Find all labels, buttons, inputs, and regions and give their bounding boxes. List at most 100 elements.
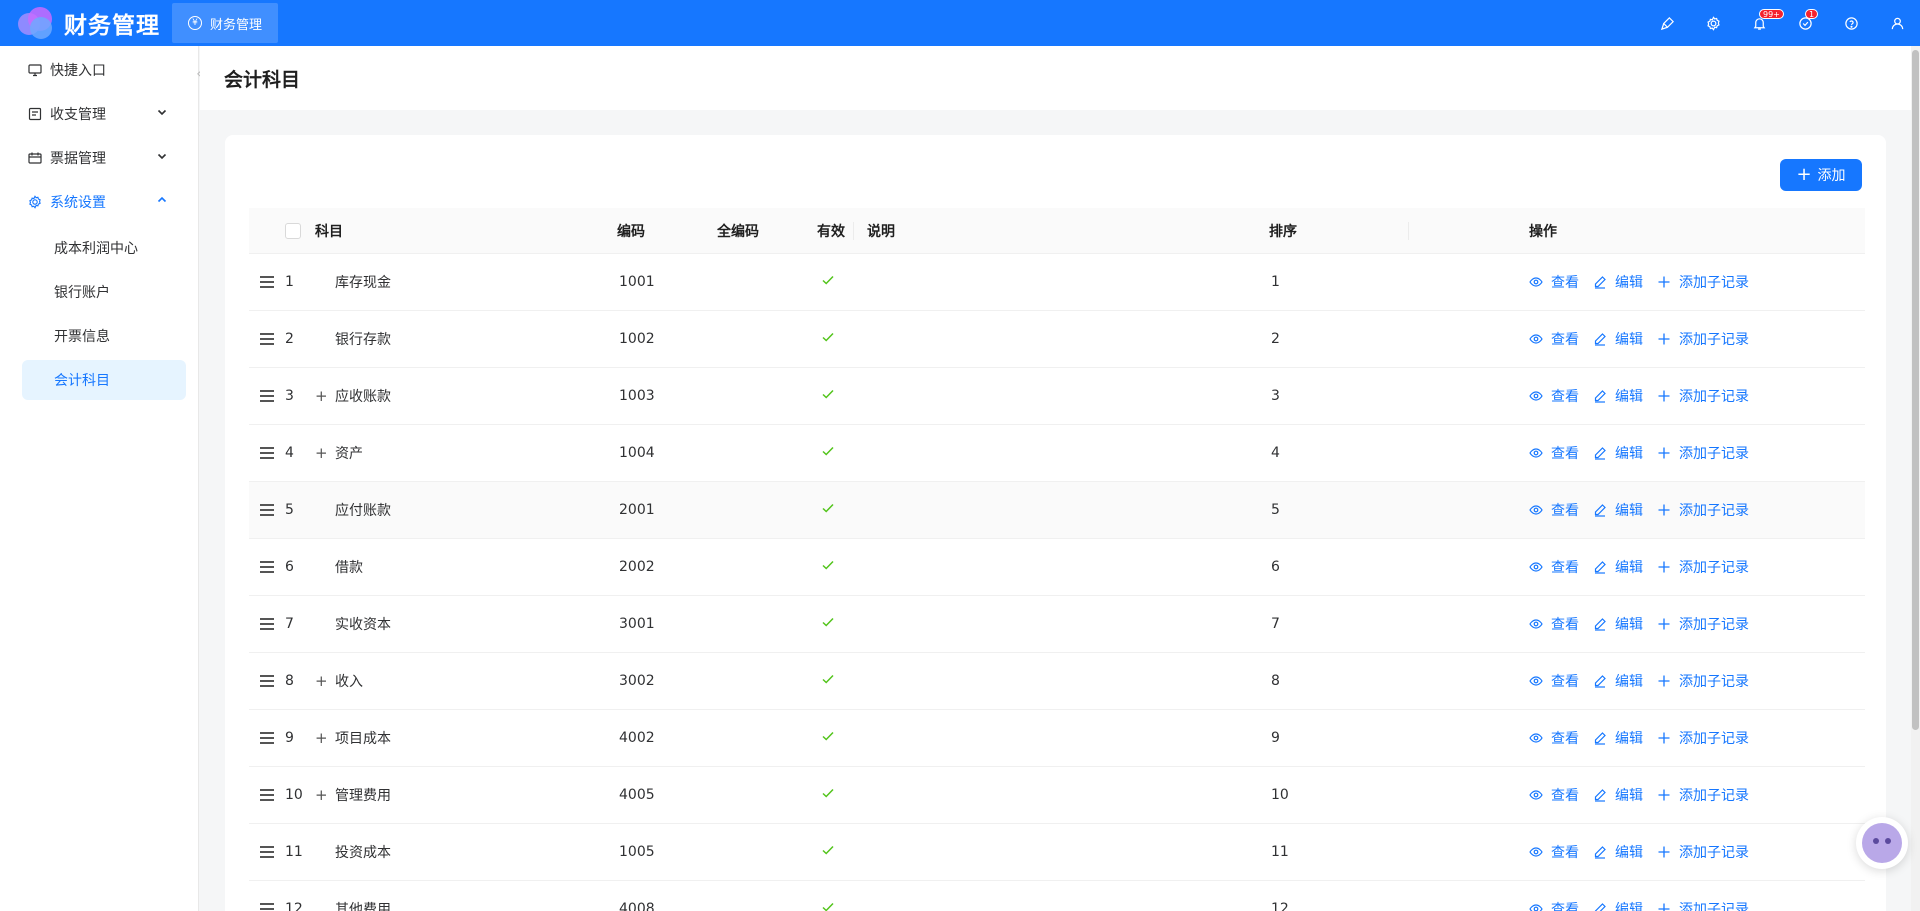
table-row[interactable]: 9 + 项目成本 4002 9 查看 编辑 添加子记录 — [249, 710, 1865, 767]
drag-handle-icon[interactable] — [260, 504, 274, 516]
edit-link[interactable]: 编辑 — [1593, 443, 1643, 463]
select-all-checkbox[interactable] — [285, 222, 301, 239]
drag-handle-icon[interactable] — [260, 333, 274, 345]
view-link[interactable]: 查看 — [1529, 728, 1579, 748]
brush-button[interactable] — [1644, 0, 1690, 46]
edit-link[interactable]: 编辑 — [1593, 842, 1643, 862]
settings-button[interactable] — [1690, 0, 1736, 46]
cell-name: 管理费用 — [335, 788, 391, 804]
drag-handle-icon[interactable] — [260, 675, 274, 687]
table-row[interactable]: 7 实收资本 3001 7 查看 编辑 添加子记录 — [249, 596, 1865, 653]
sidebar-item-settings[interactable]: 系统设置 — [0, 180, 198, 224]
expand-icon[interactable]: + — [315, 387, 328, 405]
add-child-link[interactable]: 添加子记录 — [1657, 386, 1749, 406]
view-link[interactable]: 查看 — [1529, 671, 1579, 691]
add-child-link[interactable]: 添加子记录 — [1657, 614, 1749, 634]
page-scrollbar[interactable] — [1911, 46, 1920, 911]
sidebar-item-shortcuts[interactable]: 快捷入口 — [0, 48, 198, 92]
sidebar-item-bills[interactable]: 票据管理 — [0, 136, 198, 180]
edit-link[interactable]: 编辑 — [1593, 386, 1643, 406]
sidebar-item-income-expense[interactable]: 收支管理 — [0, 92, 198, 136]
edit-link[interactable]: 编辑 — [1593, 272, 1643, 292]
add-child-link[interactable]: 添加子记录 — [1657, 329, 1749, 349]
view-link[interactable]: 查看 — [1529, 443, 1579, 463]
table-row[interactable]: 11 投资成本 1005 11 查看 编辑 添加子记录 — [249, 824, 1865, 881]
add-child-link[interactable]: 添加子记录 — [1657, 842, 1749, 862]
view-link[interactable]: 查看 — [1529, 500, 1579, 520]
tab-finance[interactable]: ¥ 财务管理 — [172, 3, 279, 43]
task-button[interactable]: 1 — [1782, 0, 1828, 46]
add-child-link[interactable]: 添加子记录 — [1657, 443, 1749, 463]
plus-icon — [1658, 618, 1670, 630]
drag-handle-icon[interactable] — [260, 447, 274, 459]
drag-handle-icon[interactable] — [260, 903, 274, 911]
user-button[interactable] — [1874, 0, 1920, 46]
edit-link[interactable]: 编辑 — [1593, 899, 1643, 911]
view-label: 查看 — [1551, 845, 1579, 861]
expand-icon[interactable]: + — [315, 786, 328, 804]
scrollbar-thumb[interactable] — [1912, 50, 1919, 730]
drag-handle-icon[interactable] — [260, 561, 274, 573]
view-link[interactable]: 查看 — [1529, 785, 1579, 805]
help-button[interactable] — [1828, 0, 1874, 46]
notification-button[interactable]: 99+ — [1736, 0, 1784, 46]
edit-link[interactable]: 编辑 — [1593, 500, 1643, 520]
add-child-link[interactable]: 添加子记录 — [1657, 272, 1749, 292]
sidebar-subitem-cost-center[interactable]: 成本利润中心 — [22, 228, 186, 268]
add-child-link[interactable]: 添加子记录 — [1657, 557, 1749, 577]
view-link[interactable]: 查看 — [1529, 272, 1579, 292]
add-child-link[interactable]: 添加子记录 — [1657, 785, 1749, 805]
view-link[interactable]: 查看 — [1529, 899, 1579, 911]
table-row[interactable]: 1 库存现金 1001 1 查看 编辑 添加子记录 — [249, 254, 1865, 311]
table-row[interactable]: 5 应付账款 2001 5 查看 编辑 添加子记录 — [249, 482, 1865, 539]
check-icon — [822, 788, 834, 798]
table-row[interactable]: 4 + 资产 1004 4 查看 编辑 添加子记录 — [249, 425, 1865, 482]
drag-handle-icon[interactable] — [260, 846, 274, 858]
table-row[interactable]: 3 + 应收账款 1003 3 查看 编辑 添加子记录 — [249, 368, 1865, 425]
sidebar-item-label: 快捷入口 — [50, 63, 106, 79]
sidebar-subitem-invoice-info[interactable]: 开票信息 — [22, 316, 186, 356]
table-row[interactable]: 12 其他费用 4008 12 查看 编辑 添加子记录 — [249, 881, 1865, 911]
assistant-avatar-button[interactable] — [1856, 817, 1908, 869]
add-child-link[interactable]: 添加子记录 — [1657, 671, 1749, 691]
edit-link[interactable]: 编辑 — [1593, 728, 1643, 748]
drag-handle-icon[interactable] — [260, 276, 274, 288]
drag-handle-icon[interactable] — [260, 789, 274, 801]
drag-handle-icon[interactable] — [260, 618, 274, 630]
table-row[interactable]: 6 借款 2002 6 查看 编辑 添加子记录 — [249, 539, 1865, 596]
add-child-link[interactable]: 添加子记录 — [1657, 728, 1749, 748]
table-row[interactable]: 2 银行存款 1002 2 查看 编辑 添加子记录 — [249, 311, 1865, 368]
edit-link[interactable]: 编辑 — [1593, 557, 1643, 577]
add-child-link[interactable]: 添加子记录 — [1657, 899, 1749, 911]
plus-icon — [1658, 333, 1670, 345]
table-row[interactable]: 10 + 管理费用 4005 10 查看 编辑 添加子记录 — [249, 767, 1865, 824]
view-link[interactable]: 查看 — [1529, 386, 1579, 406]
cell-name: 项目成本 — [335, 731, 391, 747]
expand-icon[interactable]: + — [315, 729, 328, 747]
cell-valid — [819, 330, 869, 348]
table-row[interactable]: 8 + 收入 3002 8 查看 编辑 添加子记录 — [249, 653, 1865, 710]
user-icon — [1891, 17, 1903, 29]
subjects-table: 科目 编码 全编码 有效 说明 排序 操作 1 库存现金 1001 1 查看 编… — [249, 208, 1865, 911]
ledger-icon — [28, 107, 42, 121]
edit-icon — [1594, 846, 1606, 859]
sidebar-subitem-accounting-subjects[interactable]: 会计科目 — [22, 360, 186, 400]
expand-icon[interactable]: + — [315, 672, 328, 690]
expand-icon[interactable]: + — [315, 444, 328, 462]
app-logo[interactable]: 财务管理 — [16, 3, 160, 43]
add-button[interactable]: + 添加 — [1780, 159, 1862, 191]
sidebar-subitem-bank-account[interactable]: 银行账户 — [22, 272, 186, 312]
view-link[interactable]: 查看 — [1529, 557, 1579, 577]
edit-link[interactable]: 编辑 — [1593, 785, 1643, 805]
view-link[interactable]: 查看 — [1529, 614, 1579, 634]
drag-handle-icon[interactable] — [260, 390, 274, 402]
view-link[interactable]: 查看 — [1529, 842, 1579, 862]
edit-link[interactable]: 编辑 — [1593, 329, 1643, 349]
edit-link[interactable]: 编辑 — [1593, 614, 1643, 634]
cell-valid — [819, 672, 869, 690]
view-link[interactable]: 查看 — [1529, 329, 1579, 349]
drag-handle-icon[interactable] — [260, 732, 274, 744]
monitor-icon — [28, 63, 42, 77]
edit-link[interactable]: 编辑 — [1593, 671, 1643, 691]
add-child-link[interactable]: 添加子记录 — [1657, 500, 1749, 520]
